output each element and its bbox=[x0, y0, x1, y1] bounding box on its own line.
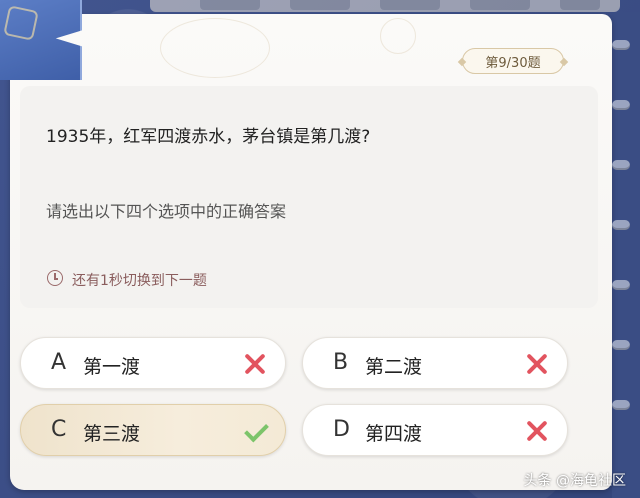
cross-icon bbox=[525, 419, 549, 443]
binder-ring bbox=[612, 220, 630, 230]
top-tab bbox=[560, 0, 600, 10]
option-label: 第三渡 bbox=[83, 423, 141, 445]
top-tab bbox=[290, 0, 350, 10]
binder-ring bbox=[612, 340, 630, 350]
option-letter: C bbox=[51, 417, 67, 442]
cross-icon bbox=[243, 352, 267, 376]
decorative-emblem bbox=[160, 18, 270, 78]
binder-ring bbox=[612, 100, 630, 110]
binder-ring bbox=[612, 40, 630, 50]
option-letter: B bbox=[333, 350, 349, 375]
option-label: 第四渡 bbox=[365, 423, 423, 445]
top-tab bbox=[470, 0, 530, 10]
option-c-button[interactable]: C 第三渡 bbox=[20, 404, 286, 456]
question-text: 1935年，红军四渡赤水，茅台镇是第几渡? bbox=[46, 127, 371, 147]
option-label: 第二渡 bbox=[365, 356, 423, 378]
option-a-button[interactable]: A 第一渡 bbox=[20, 337, 286, 389]
clock-icon bbox=[47, 270, 63, 286]
top-tab bbox=[200, 0, 260, 10]
option-letter: D bbox=[333, 417, 350, 442]
option-label: 第一渡 bbox=[83, 356, 141, 378]
question-counter-badge: 第9/30题 bbox=[462, 48, 564, 74]
binder-ring bbox=[612, 280, 630, 290]
decorative-emblem bbox=[380, 18, 416, 54]
instruction-text: 请选出以下四个选项中的正确答案 bbox=[46, 202, 287, 221]
top-tab bbox=[380, 0, 440, 10]
option-d-button[interactable]: D 第四渡 bbox=[302, 404, 568, 456]
binder-ring bbox=[612, 400, 630, 410]
ribbon-ornament-icon bbox=[3, 5, 39, 41]
watermark-text: 头条 @海龟社区 bbox=[523, 473, 626, 489]
cross-icon bbox=[525, 352, 549, 376]
option-b-button[interactable]: B 第二渡 bbox=[302, 337, 568, 389]
check-icon bbox=[243, 419, 267, 443]
binder-ring bbox=[612, 160, 630, 170]
binder-rings bbox=[612, 40, 630, 480]
option-letter: A bbox=[51, 350, 67, 375]
countdown-text: 还有1秒切换到下一题 bbox=[72, 273, 207, 289]
top-tab-strip bbox=[150, 0, 620, 12]
